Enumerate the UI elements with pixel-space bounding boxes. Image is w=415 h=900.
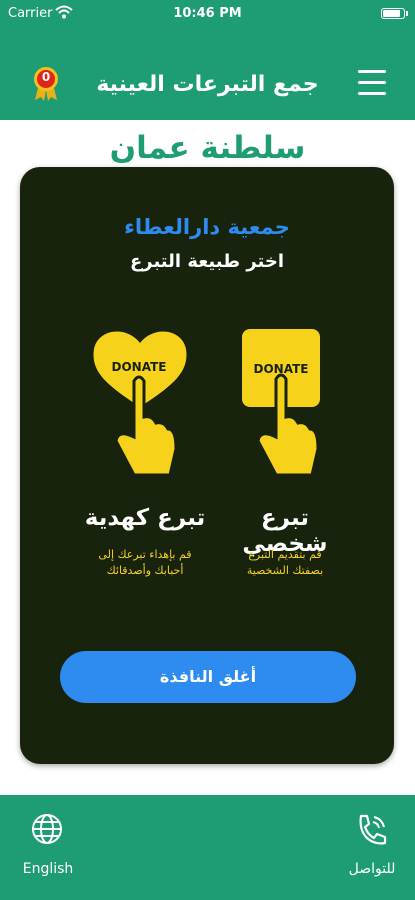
donation-type-dialog: جمعية دارالعطاء اختر طبيعة التبرع DONATE…: [20, 167, 394, 764]
close-dialog-button[interactable]: أغلق النافذة: [60, 651, 356, 703]
battery-icon: [381, 8, 408, 19]
personal-donation-option[interactable]: DONATE تبرع شخصي قم بتقديم التبرع بصفتك …: [220, 325, 350, 585]
contact-button[interactable]: للتواصل: [327, 813, 415, 893]
personal-option-description: قم بتقديم التبرع بصفتك الشخصية: [220, 547, 350, 579]
organization-name: جمعية دارالعطاء: [124, 215, 290, 239]
desc-line: قم بتقديم التبرع: [248, 548, 322, 561]
gift-donation-option[interactable]: DONATE تبرع كهدية قم بإهداء تبرعك إلى أح…: [70, 325, 220, 585]
status-time: 10:46 PM: [173, 6, 242, 21]
dialog-prompt: اختر طبيعة التبرع: [129, 251, 285, 272]
gift-option-description: قم بإهداء تبرعك إلى أحبابك وأصدقائك: [70, 547, 220, 579]
status-bar: Carrier 10:46 PM: [0, 0, 415, 28]
option-icon-text: DONATE: [254, 362, 309, 376]
donate-heart-icon: DONATE: [93, 331, 187, 477]
language-button[interactable]: English: [3, 813, 93, 893]
desc-line: بصفتك الشخصية: [246, 564, 324, 577]
desc-line: أحبابك وأصدقائك: [106, 564, 184, 577]
app-header: 0 جمع التبرعات العينية: [0, 28, 415, 120]
phone-icon: [359, 814, 387, 845]
language-label: English: [22, 861, 74, 877]
bottom-nav: English للتواصل: [0, 795, 415, 900]
menu-button[interactable]: [356, 68, 390, 98]
gift-option-title: تبرع كهدية: [84, 505, 206, 531]
page-title: جمع التبرعات العينية: [96, 72, 319, 97]
globe-icon: [32, 814, 62, 844]
contact-label: للتواصل: [348, 861, 396, 877]
option-icon-text: DONATE: [112, 360, 167, 374]
country-title: سلطنة عمان: [109, 130, 306, 166]
hamburger-icon: [358, 70, 386, 73]
donate-square-icon: DONATE: [242, 329, 320, 477]
desc-line: قم بإهداء تبرعك إلى: [98, 548, 192, 561]
